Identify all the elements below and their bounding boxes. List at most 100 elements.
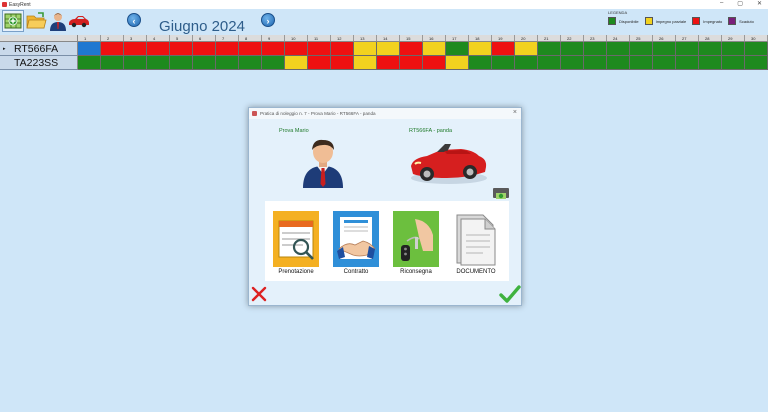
day-cell[interactable]	[722, 42, 745, 56]
day-cell[interactable]	[124, 42, 147, 56]
day-cell[interactable]	[285, 42, 308, 56]
booking-action[interactable]: Prenotazione	[271, 211, 321, 275]
day-cell[interactable]	[676, 42, 699, 56]
day-cell[interactable]	[446, 42, 469, 56]
checkmark-icon	[499, 285, 521, 303]
vehicle-details-button[interactable]	[493, 188, 509, 199]
day-cell[interactable]	[78, 56, 101, 70]
day-header: 7	[216, 35, 239, 41]
close-icon	[251, 286, 267, 302]
day-cell[interactable]	[308, 56, 331, 70]
vehicles-button[interactable]	[68, 10, 90, 32]
day-cell[interactable]	[515, 42, 538, 56]
return-action[interactable]: Riconsegna	[391, 211, 441, 275]
day-header: 16	[423, 35, 446, 41]
next-month-button[interactable]: ›	[261, 13, 275, 27]
day-cell[interactable]	[630, 42, 653, 56]
day-cell[interactable]	[101, 42, 124, 56]
day-cell[interactable]	[630, 56, 653, 70]
day-cell[interactable]	[423, 42, 446, 56]
day-cell[interactable]	[607, 42, 630, 56]
day-cell[interactable]	[538, 56, 561, 70]
day-cell[interactable]	[170, 42, 193, 56]
day-cell[interactable]	[676, 56, 699, 70]
day-cell[interactable]	[722, 56, 745, 70]
day-cell[interactable]	[446, 56, 469, 70]
contract-action[interactable]: Contratto	[331, 211, 381, 275]
day-header: 13	[354, 35, 377, 41]
previous-month-button[interactable]: ‹	[127, 13, 141, 27]
day-cell[interactable]	[653, 56, 676, 70]
day-cell[interactable]	[423, 56, 446, 70]
window-titlebar: EasyRent – ▢ ✕	[0, 0, 768, 9]
day-cell[interactable]	[377, 56, 400, 70]
customer-picture[interactable]	[297, 136, 349, 188]
day-cell[interactable]	[331, 56, 354, 70]
day-cell[interactable]	[193, 56, 216, 70]
day-cell[interactable]	[354, 42, 377, 56]
maximize-button[interactable]: ▢	[737, 0, 743, 7]
day-cell[interactable]	[653, 42, 676, 56]
customers-button[interactable]	[47, 10, 69, 32]
minimize-button[interactable]: –	[720, 0, 723, 7]
month-title: Giugno 2024	[159, 18, 245, 35]
day-cell[interactable]	[170, 56, 193, 70]
day-cell[interactable]	[216, 56, 239, 70]
day-cell[interactable]	[492, 56, 515, 70]
confirm-button[interactable]	[499, 284, 521, 304]
day-header: 20	[515, 35, 538, 41]
day-cell[interactable]	[147, 56, 170, 70]
day-cell[interactable]	[147, 42, 170, 56]
day-cell[interactable]	[101, 56, 124, 70]
day-cell[interactable]	[699, 42, 722, 56]
day-cell[interactable]	[745, 56, 768, 70]
day-cell[interactable]	[607, 56, 630, 70]
day-cell[interactable]	[469, 56, 492, 70]
vehicle-plate[interactable]: ▸ RT566FA	[0, 42, 78, 56]
folder-icon	[26, 12, 47, 29]
day-header: 1	[78, 35, 101, 41]
rentals-button[interactable]	[2, 10, 24, 32]
day-cell[interactable]	[469, 42, 492, 56]
day-cell[interactable]	[400, 42, 423, 56]
vehicle-picture[interactable]	[407, 134, 489, 188]
day-cell[interactable]	[239, 42, 262, 56]
day-header: 17	[446, 35, 469, 41]
day-cell[interactable]	[193, 42, 216, 56]
day-cell[interactable]	[745, 42, 768, 56]
day-cell[interactable]	[699, 56, 722, 70]
cancel-button[interactable]	[251, 286, 267, 302]
legend-swatch	[692, 17, 701, 25]
document-action[interactable]: DOCUMENTO	[451, 211, 501, 275]
day-cell[interactable]	[285, 56, 308, 70]
day-cell[interactable]	[331, 42, 354, 56]
day-header: 19	[492, 35, 515, 41]
open-folder-button[interactable]	[25, 10, 47, 32]
vehicle-plate[interactable]: TA223SS	[0, 56, 78, 70]
day-cell[interactable]	[377, 42, 400, 56]
day-cell[interactable]	[262, 56, 285, 70]
customer-name: Prova Mario	[279, 128, 309, 134]
car-icon	[69, 16, 89, 28]
close-window-button[interactable]: ✕	[757, 0, 762, 7]
day-cell[interactable]	[354, 56, 377, 70]
day-cell[interactable]	[584, 56, 607, 70]
day-cell[interactable]	[308, 42, 331, 56]
plate-label: RT566FA	[14, 43, 59, 55]
day-cell[interactable]	[262, 42, 285, 56]
day-cell[interactable]	[216, 42, 239, 56]
day-cell[interactable]	[561, 42, 584, 56]
day-header: 2	[101, 35, 124, 41]
legend-items: Disponibile Impegno parziale Impegnato Scad…	[608, 17, 760, 25]
day-cell[interactable]	[78, 42, 101, 56]
dialog-close-button[interactable]: ×	[513, 109, 517, 116]
day-header: 28	[699, 35, 722, 41]
day-cell[interactable]	[584, 42, 607, 56]
day-cell[interactable]	[515, 56, 538, 70]
day-cell[interactable]	[561, 56, 584, 70]
day-cell[interactable]	[538, 42, 561, 56]
day-cell[interactable]	[492, 42, 515, 56]
day-cell[interactable]	[124, 56, 147, 70]
day-cell[interactable]	[239, 56, 262, 70]
day-cell[interactable]	[400, 56, 423, 70]
